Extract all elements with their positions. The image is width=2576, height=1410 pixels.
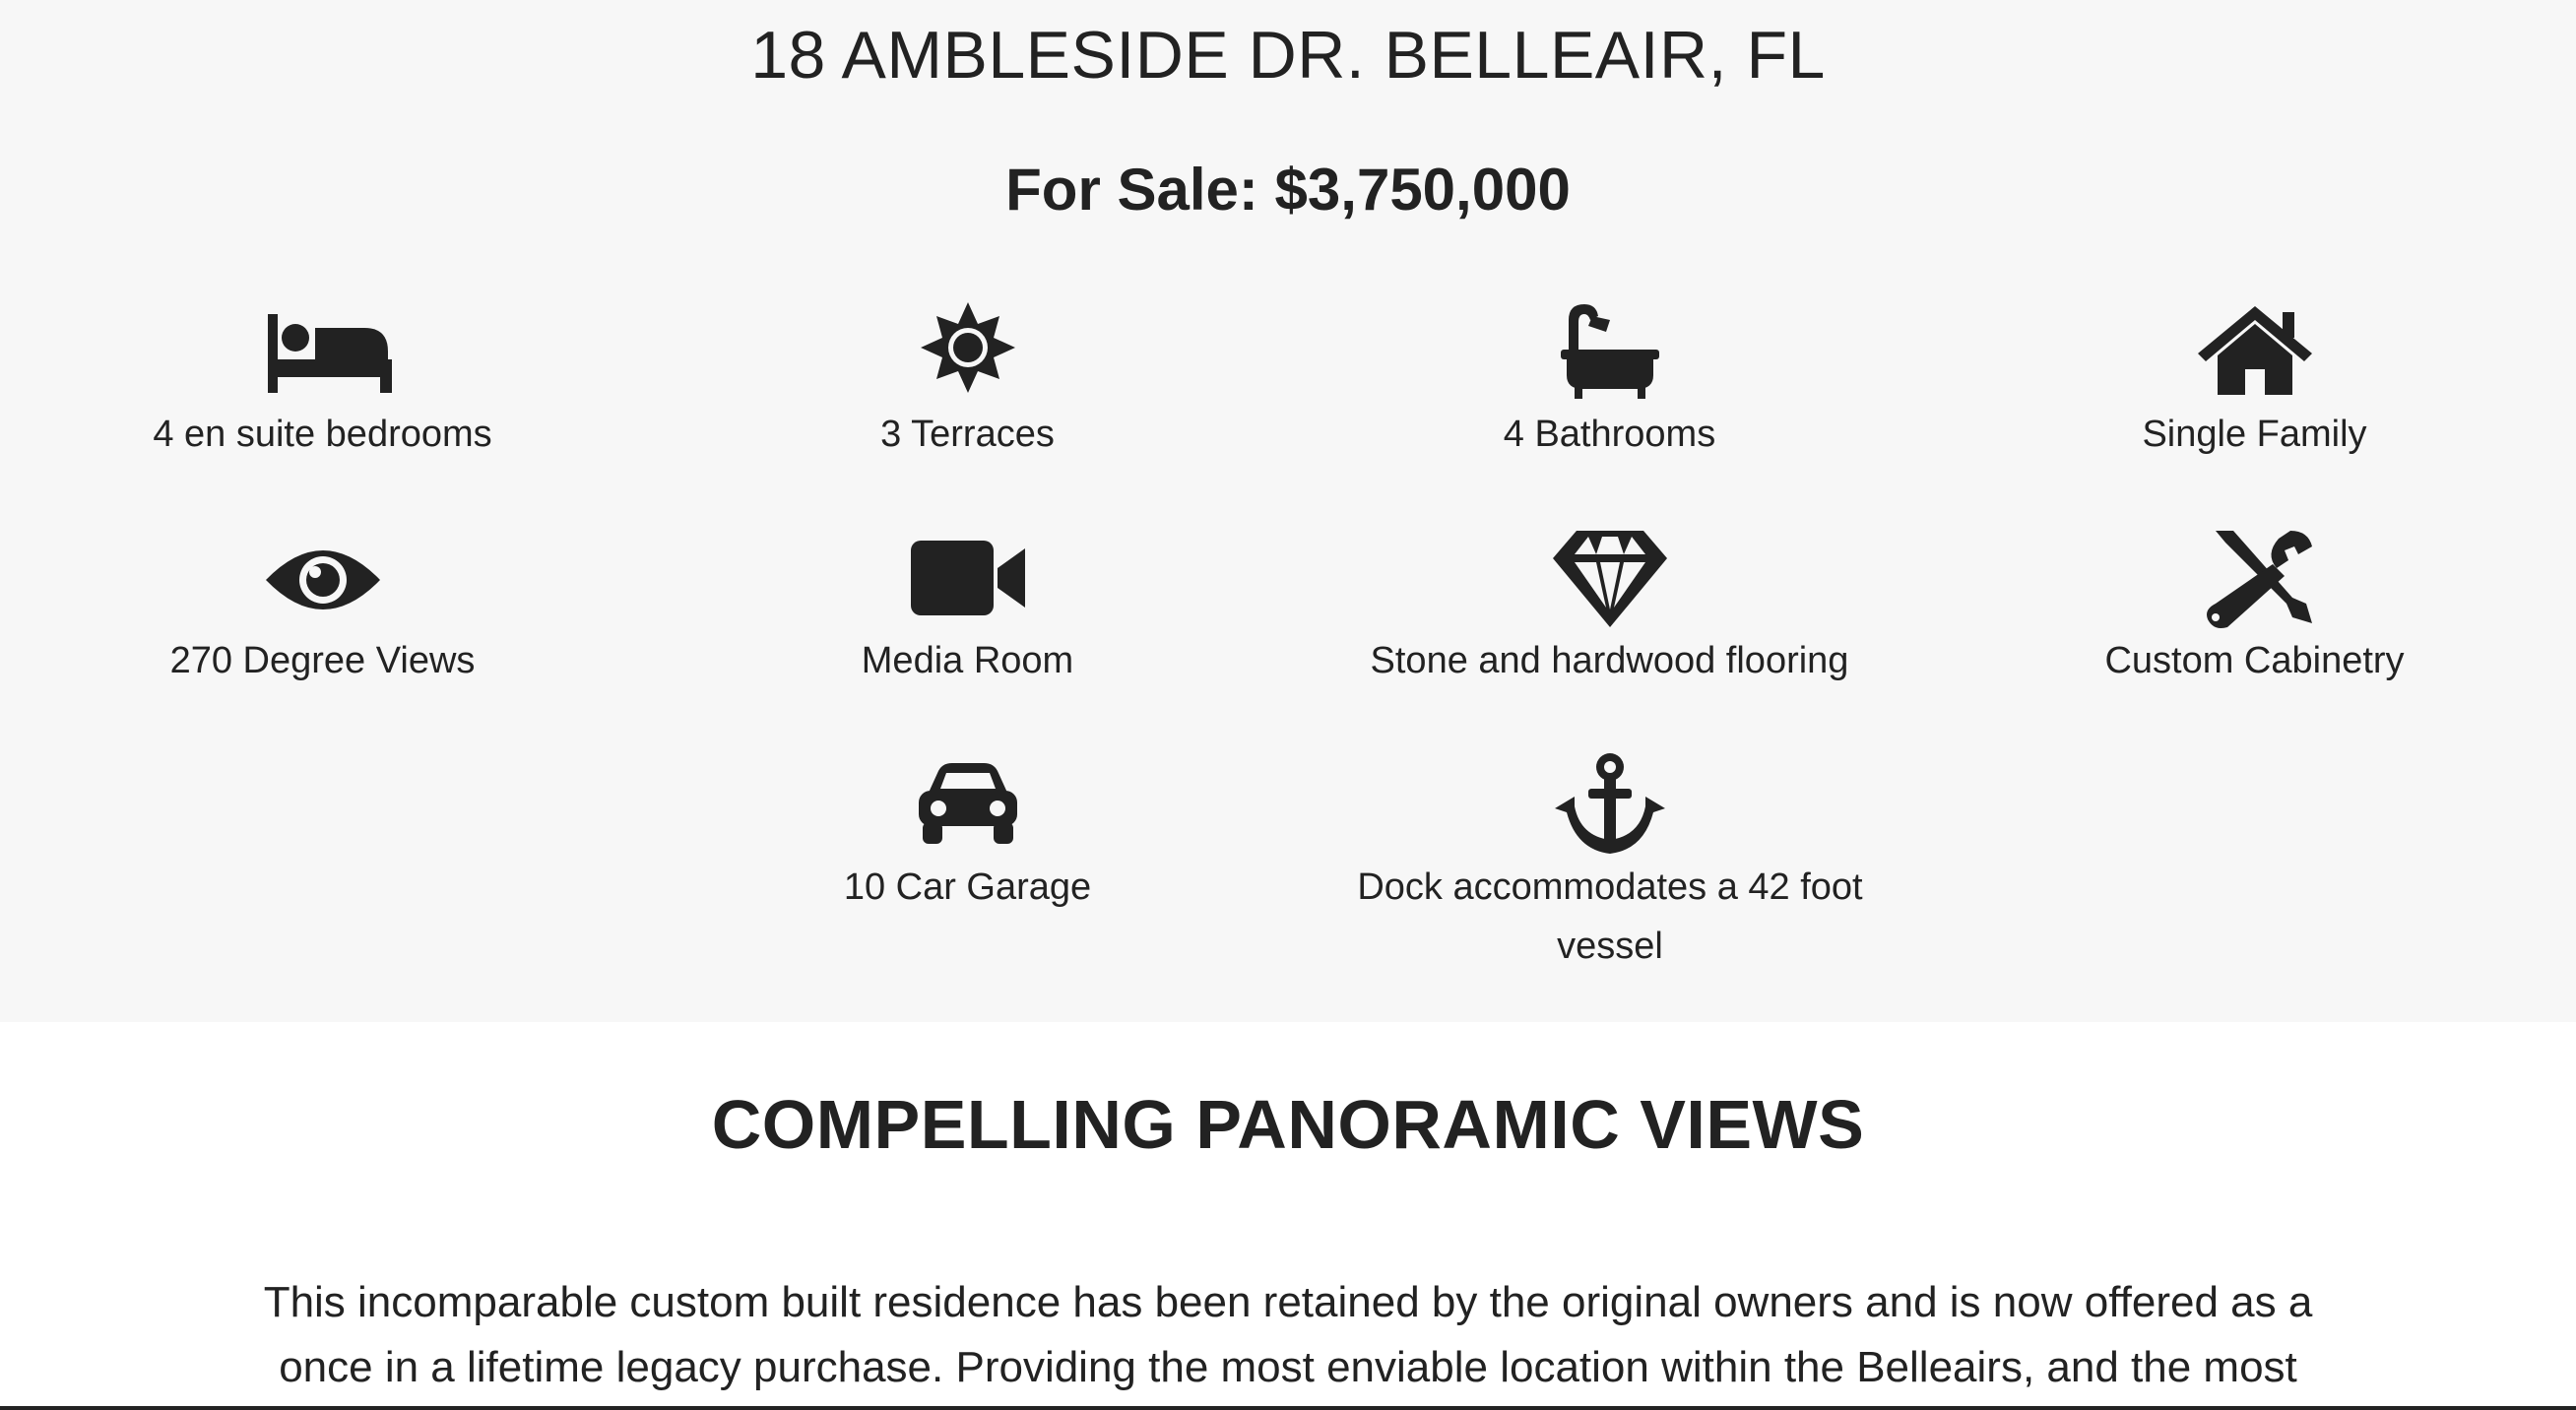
eye-icon [0,525,645,631]
feature-dock: Dock accommodates a 42 foot vessel [1320,751,1900,976]
feature-label: 3 Terraces [880,414,1055,455]
feature-cabinetry: Custom Cabinetry [1932,525,2576,690]
feature-label: 10 Car Garage [843,866,1092,908]
feature-label: Dock accommodates a 42 foot vessel [1357,866,1863,967]
bathtub-icon [1287,298,1932,405]
feature-label: 4 en suite bedrooms [153,414,492,455]
feature-flooring: Stone and hardwood flooring [1287,525,1932,690]
feature-label: 270 Degree Views [169,640,476,681]
tools-icon [1932,525,2576,631]
video-camera-icon [645,525,1290,631]
section-title: COMPELLING PANORAMIC VIEWS [711,1086,1865,1163]
property-price: For Sale: $3,750,000 [1005,157,1571,223]
diamond-icon [1287,525,1932,631]
feature-label: Stone and hardwood flooring [1370,640,1849,681]
house-icon [1932,298,2576,405]
anchor-icon [1320,751,1900,858]
feature-single-family: Single Family [1932,298,2576,464]
feature-media-room: Media Room [645,525,1290,690]
bed-icon [0,298,645,405]
feature-label: Single Family [2142,414,2367,455]
feature-garage: 10 Car Garage [645,751,1290,917]
feature-label: Media Room [861,640,1074,681]
feature-label: 4 Bathrooms [1503,414,1716,455]
property-summary-band: 18 AMBLESIDE DR. BELLEAIR, FL For Sale: … [0,0,2576,1022]
feature-bathrooms: 4 Bathrooms [1287,298,1932,464]
property-address: 18 AMBLESIDE DR. BELLEAIR, FL [750,18,1826,93]
section-paragraph: This incomparable custom built residence… [263,1278,2313,1391]
feature-bedrooms: 4 en suite bedrooms [0,298,645,464]
sun-icon [645,298,1290,405]
feature-label: Custom Cabinetry [2104,640,2405,681]
feature-terraces: 3 Terraces [645,298,1290,464]
car-icon [645,751,1290,858]
feature-views: 270 Degree Views [0,525,645,690]
window-bottom-border [0,1406,2576,1410]
